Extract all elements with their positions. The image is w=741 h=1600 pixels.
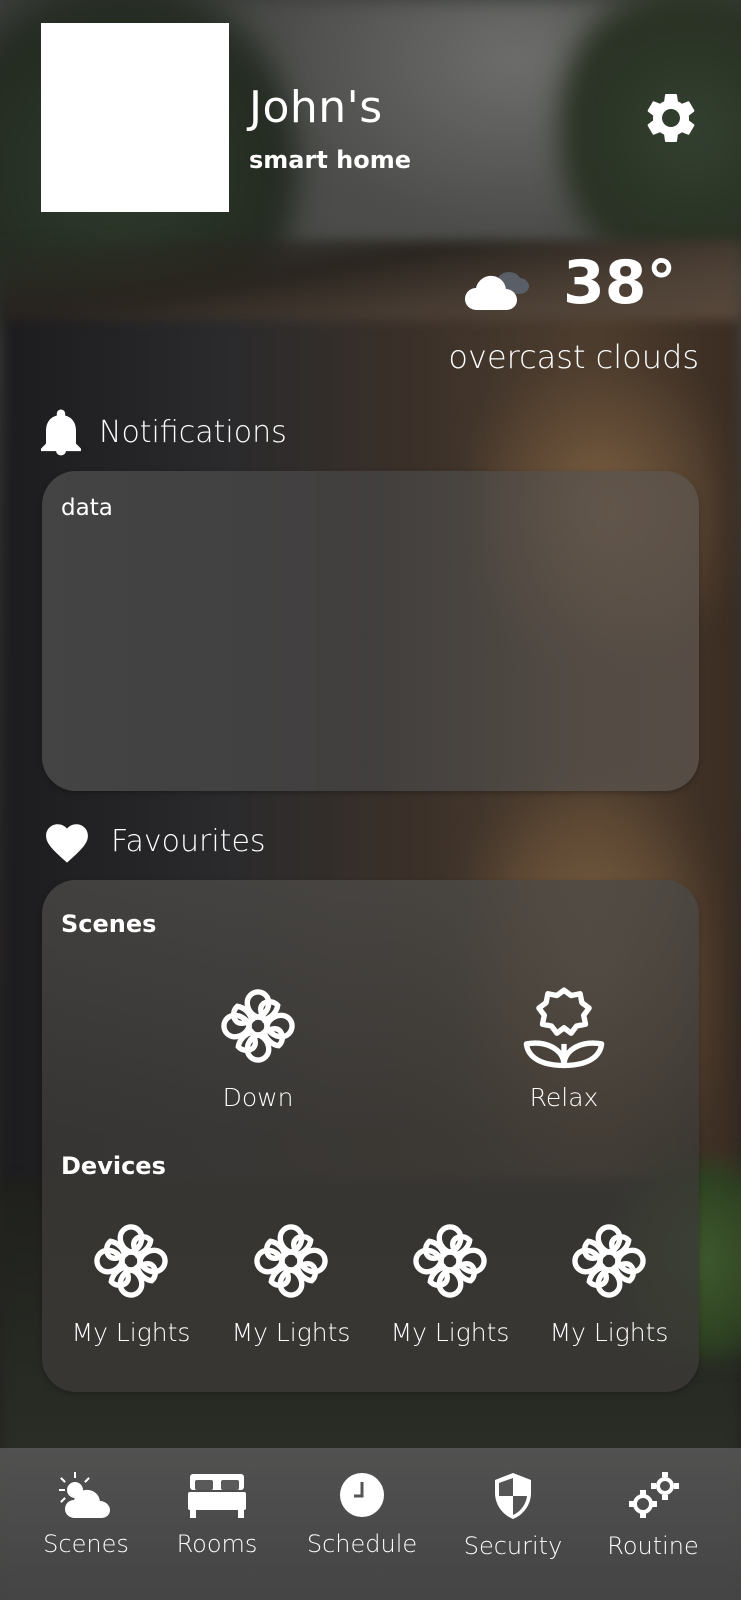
devices-label: Devices xyxy=(61,1152,166,1180)
scene-relax[interactable]: Relax xyxy=(484,983,644,1112)
weather-description: overcast clouds xyxy=(448,338,699,376)
cloud-icon xyxy=(465,272,529,310)
flower-icon xyxy=(254,1224,328,1298)
device-my-lights[interactable]: My Lights xyxy=(529,1218,689,1347)
device-label: My Lights xyxy=(231,1318,351,1347)
scenes-label: Scenes xyxy=(61,910,157,938)
nav-scenes[interactable]: Scenes xyxy=(16,1472,156,1558)
flower-icon xyxy=(94,1224,168,1298)
home-owner-name: John's xyxy=(249,82,383,133)
flower-icon xyxy=(572,1224,646,1298)
bottom-nav: Scenes Rooms Schedule Security Routine xyxy=(0,1448,741,1600)
clock-icon xyxy=(340,1473,384,1517)
nav-label: Routine xyxy=(607,1532,699,1560)
nav-rooms[interactable]: Rooms xyxy=(147,1472,287,1558)
home-subtitle: smart home xyxy=(249,146,412,174)
heart-icon xyxy=(46,824,88,863)
nav-label: Security xyxy=(463,1532,563,1560)
scene-label: Down xyxy=(222,1083,294,1112)
shield-icon xyxy=(495,1473,531,1519)
sun-cloud-icon xyxy=(59,1472,110,1518)
temperature: 38° xyxy=(563,248,677,318)
bed-icon xyxy=(188,1474,246,1518)
notifications-heading: Notifications xyxy=(41,408,287,456)
device-my-lights[interactable]: My Lights xyxy=(211,1218,371,1347)
avatar[interactable] xyxy=(41,23,229,212)
nav-schedule[interactable]: Schedule xyxy=(292,1472,432,1558)
notifications-card[interactable]: data xyxy=(42,471,699,791)
device-label: My Lights xyxy=(71,1318,191,1347)
flower-icon xyxy=(221,989,295,1063)
flower-icon xyxy=(413,1224,487,1298)
notifications-label: Notifications xyxy=(99,414,287,450)
device-my-lights[interactable]: My Lights xyxy=(370,1218,530,1347)
lotus-icon xyxy=(523,987,605,1069)
settings-gear-icon[interactable] xyxy=(641,88,701,148)
scene-label: Relax xyxy=(529,1083,599,1112)
favourites-label: Favourites xyxy=(111,823,266,859)
favourites-card: Scenes Down Relax Devices My Lights My L… xyxy=(42,880,699,1392)
gears-icon xyxy=(629,1472,679,1518)
nav-security[interactable]: Security xyxy=(443,1472,583,1560)
favourites-heading: Favourites xyxy=(41,818,266,864)
notification-text: data xyxy=(61,495,113,521)
nav-label: Schedule xyxy=(306,1530,418,1558)
nav-label: Rooms xyxy=(176,1530,258,1558)
scene-down[interactable]: Down xyxy=(178,983,338,1112)
bell-icon xyxy=(41,409,81,456)
nav-routine[interactable]: Routine xyxy=(583,1472,723,1560)
device-label: My Lights xyxy=(390,1318,510,1347)
nav-label: Scenes xyxy=(43,1530,129,1558)
device-my-lights[interactable]: My Lights xyxy=(51,1218,211,1347)
device-label: My Lights xyxy=(549,1318,669,1347)
